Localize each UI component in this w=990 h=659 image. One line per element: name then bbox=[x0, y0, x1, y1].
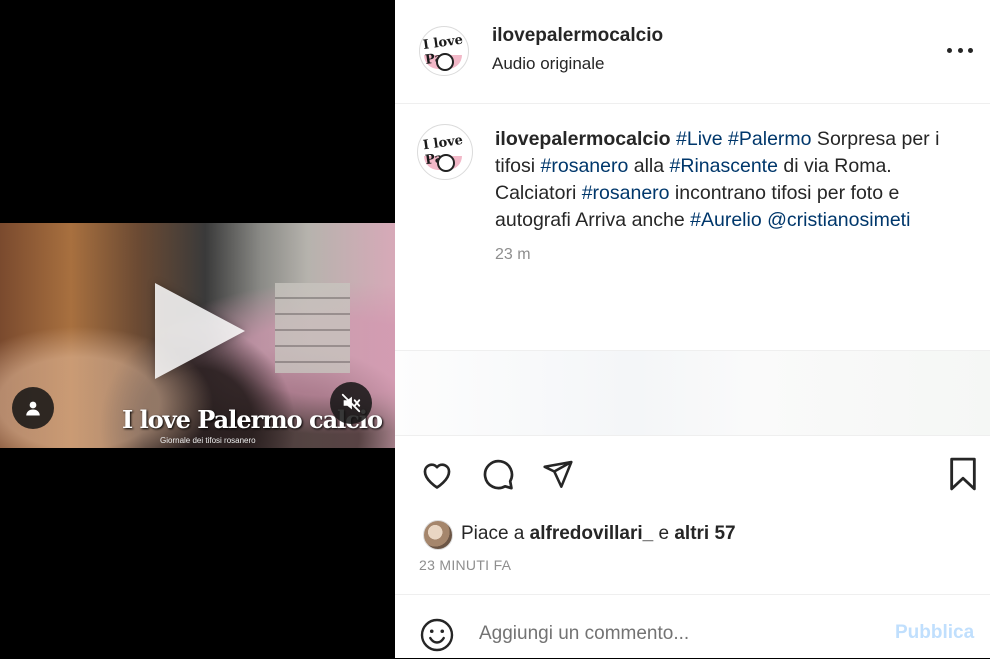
video-shelves bbox=[275, 283, 350, 373]
save-button[interactable] bbox=[945, 456, 981, 492]
emoji-icon bbox=[420, 618, 454, 652]
action-bar bbox=[395, 436, 990, 516]
video-pane: I love Palermo calcio Giornale dei tifos… bbox=[0, 0, 395, 658]
post-age: 23 MINUTI FA bbox=[419, 557, 512, 573]
more-dot bbox=[947, 47, 952, 53]
play-icon[interactable] bbox=[155, 283, 245, 379]
liker-avatar[interactable] bbox=[423, 520, 453, 550]
avatar-ball bbox=[436, 53, 454, 71]
comment-button[interactable] bbox=[480, 456, 516, 492]
mute-button[interactable] bbox=[330, 382, 372, 424]
likes-text: Piace a alfredovillari_ e altri 57 bbox=[461, 523, 736, 545]
emoji-button[interactable] bbox=[419, 617, 455, 653]
more-icon[interactable] bbox=[947, 40, 973, 60]
author-avatar[interactable]: I love Pa bbox=[419, 26, 469, 76]
audio-label[interactable]: Audio originale bbox=[492, 54, 604, 74]
caption-hashtag[interactable]: #Palermo bbox=[728, 128, 811, 150]
publish-button[interactable]: Pubblica bbox=[895, 622, 974, 644]
user-tag-button[interactable] bbox=[12, 387, 54, 429]
user-tag-icon bbox=[26, 401, 40, 416]
avatar-ball bbox=[437, 154, 455, 172]
caption-text: ilovepalermocalcio #Live #Palermo Sorpre… bbox=[495, 126, 965, 234]
share-icon bbox=[543, 460, 573, 488]
comment-input[interactable] bbox=[479, 619, 879, 649]
likes-row: Piace a alfredovillari_ e altri 57 bbox=[395, 516, 990, 556]
mute-icon bbox=[341, 393, 361, 413]
post-details-pane: I love Pa ilovepalermocalcio Audio origi… bbox=[395, 0, 990, 658]
bookmark-icon bbox=[950, 457, 976, 491]
likes-joiner: e bbox=[658, 523, 670, 544]
author-username[interactable]: ilovepalermocalcio bbox=[492, 25, 663, 47]
caption-hashtag[interactable]: #Rinascente bbox=[670, 155, 778, 177]
comments-area bbox=[395, 351, 990, 436]
caption-hashtag[interactable]: @cristianosimeti bbox=[767, 209, 910, 231]
caption-block: I love Pa ilovepalermocalcio #Live #Pale… bbox=[395, 104, 990, 351]
like-button[interactable] bbox=[419, 456, 455, 492]
more-dot bbox=[968, 47, 973, 53]
likes-others[interactable]: altri 57 bbox=[674, 523, 735, 544]
caption-hashtag[interactable]: #rosanero bbox=[582, 182, 670, 204]
caption-hashtag[interactable]: #Aurelio bbox=[690, 209, 762, 231]
comment-bar: Pubblica bbox=[395, 594, 990, 659]
comment-icon bbox=[483, 459, 514, 490]
caption-hashtag[interactable]: #rosanero bbox=[541, 155, 629, 177]
video-watermark-sub: Giornale dei tifosi rosanero bbox=[160, 436, 256, 445]
post-header: I love Pa ilovepalermocalcio Audio origi… bbox=[395, 0, 990, 104]
more-dot bbox=[957, 47, 963, 53]
caption-username[interactable]: ilovepalermocalcio bbox=[495, 128, 671, 150]
heart-icon bbox=[423, 463, 451, 489]
liker-username[interactable]: alfredovillari_ bbox=[530, 523, 654, 544]
caption-hashtag[interactable]: #Live bbox=[676, 128, 723, 150]
caption-text-run: alla bbox=[628, 155, 670, 177]
share-button[interactable] bbox=[540, 456, 576, 492]
caption-timestamp: 23 m bbox=[495, 246, 531, 263]
likes-prefix: Piace a bbox=[461, 523, 525, 544]
caption-avatar[interactable]: I love Pa bbox=[417, 124, 473, 180]
